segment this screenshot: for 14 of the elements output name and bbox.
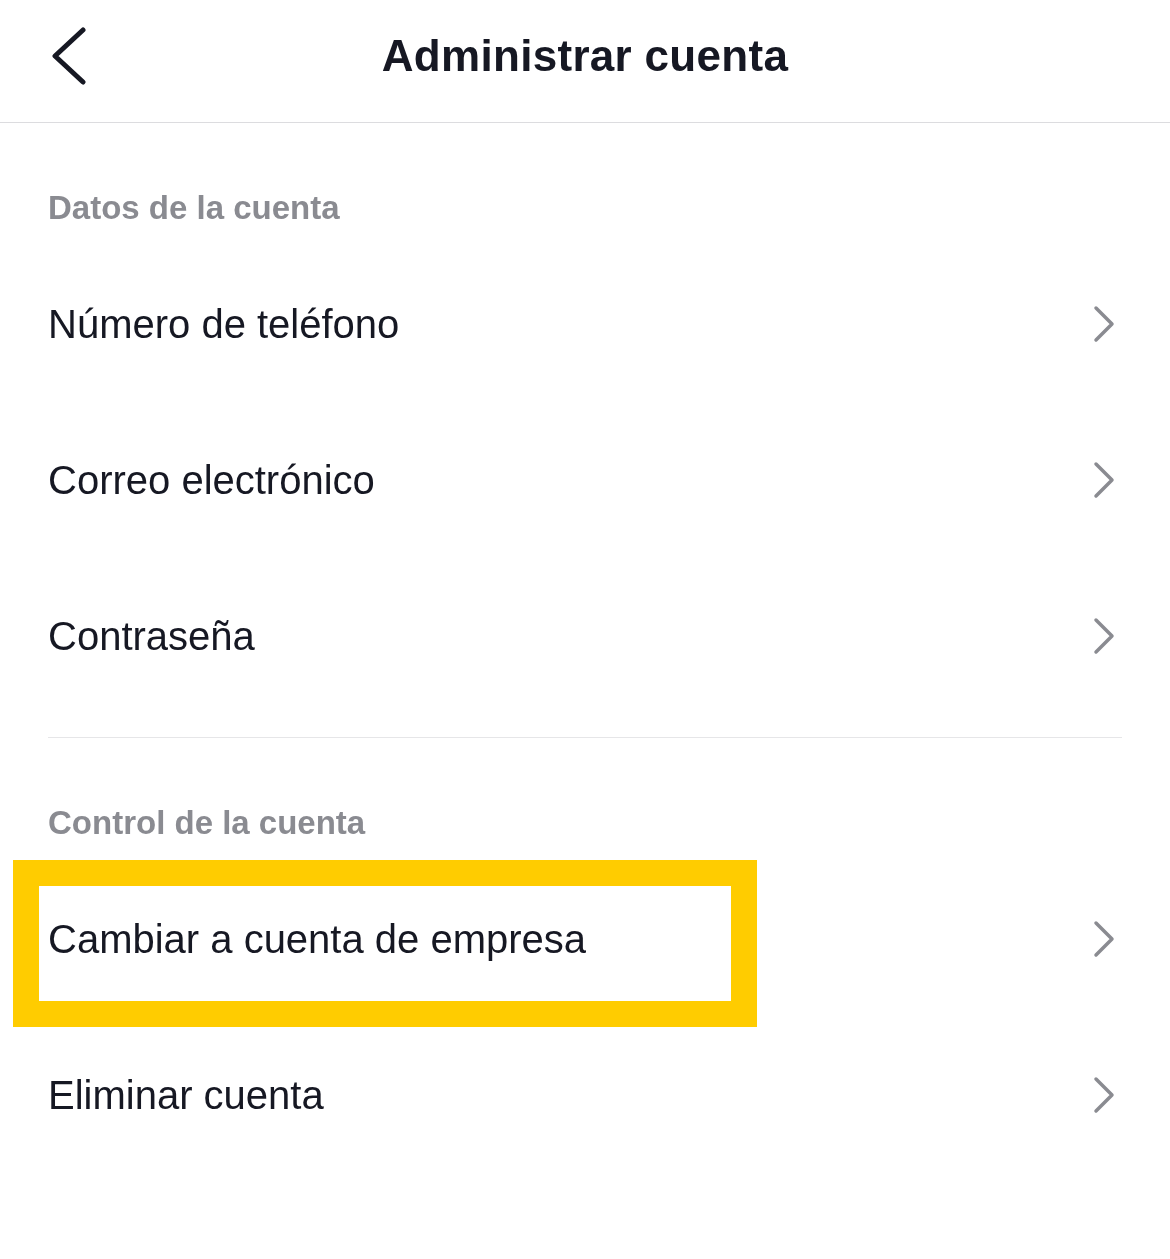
settings-row[interactable]: Cambiar a cuenta de empresa <box>0 861 1170 1017</box>
chevron-right-icon <box>1093 920 1115 958</box>
settings-row[interactable]: Contraseña <box>0 558 1170 714</box>
settings-row[interactable]: Número de teléfono <box>0 246 1170 402</box>
chevron-left-icon <box>51 27 87 85</box>
section-heading: Datos de la cuenta <box>48 188 340 228</box>
settings-row[interactable]: Correo electrónico <box>0 402 1170 558</box>
chevron-right-icon <box>1093 1076 1115 1114</box>
page-title: Administrar cuenta <box>381 31 789 81</box>
section-heading: Control de la cuenta <box>48 803 366 843</box>
settings-row[interactable]: Eliminar cuenta <box>0 1017 1170 1173</box>
chevron-right-icon <box>1093 461 1115 499</box>
chevron-right-icon <box>1093 617 1115 655</box>
chevron-right-icon <box>1093 305 1115 343</box>
